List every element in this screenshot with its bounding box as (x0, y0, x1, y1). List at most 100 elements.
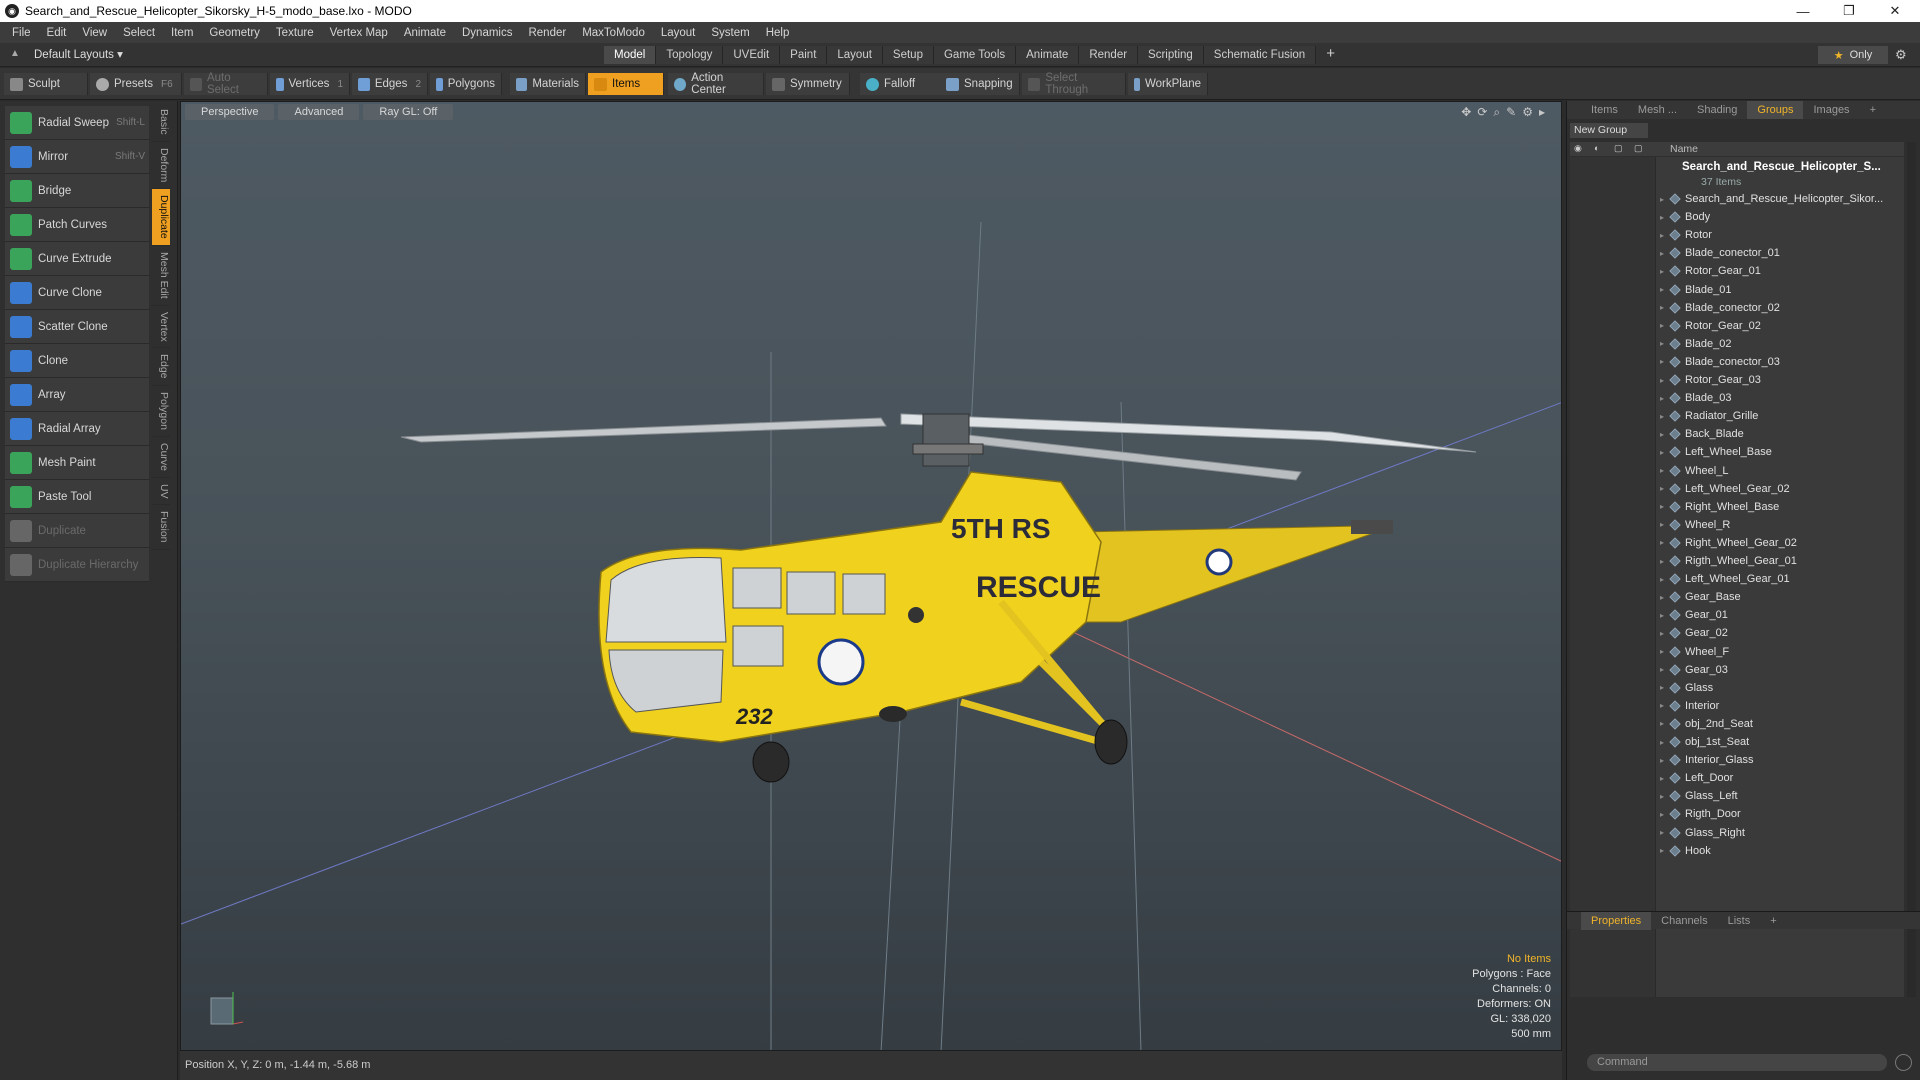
tool-paste-tool[interactable]: Paste Tool (5, 480, 149, 514)
tab-shading[interactable]: Shading (1687, 101, 1747, 119)
expand-arrow-icon[interactable]: ▸ (1660, 774, 1664, 783)
falloff-button[interactable]: Falloff (860, 73, 946, 95)
list-item[interactable]: ▸ Wheel_L (1660, 462, 1900, 480)
tab-lists[interactable]: Lists (1718, 912, 1761, 930)
side-tab-vertex[interactable]: Vertex (152, 306, 170, 349)
command-input[interactable]: Command (1587, 1054, 1887, 1071)
workplane-button[interactable]: WorkPlane (1128, 73, 1208, 95)
list-item[interactable]: ▸ Rotor (1660, 226, 1900, 244)
expand-arrow-icon[interactable]: ▸ (1660, 502, 1664, 511)
expand-arrow-icon[interactable]: ▸ (1660, 629, 1664, 638)
tool-array[interactable]: Array (5, 378, 149, 412)
expand-arrow-icon[interactable]: ▸ (1660, 683, 1664, 692)
add-panel-tab-icon[interactable]: + (1860, 101, 1886, 119)
list-item[interactable]: ▸ Radiator_Grille (1660, 407, 1900, 425)
expand-arrow-icon[interactable]: ▸ (1660, 430, 1664, 439)
list-item[interactable]: ▸ Gear_02 (1660, 624, 1900, 642)
menu-item[interactable]: Item (163, 27, 201, 39)
tool-radial-array[interactable]: Radial Array (5, 412, 149, 446)
menu-vertex-map[interactable]: Vertex Map (322, 27, 396, 39)
tab-render[interactable]: Render (1079, 46, 1139, 64)
tool-patch-curves[interactable]: Patch Curves (5, 208, 149, 242)
tool-radial-sweep[interactable]: Radial Sweep Shift-L (5, 106, 149, 140)
tool-curve-extrude[interactable]: Curve Extrude (5, 242, 149, 276)
tab-animate[interactable]: Animate (1016, 46, 1080, 64)
tab-scripting[interactable]: Scripting (1138, 46, 1204, 64)
list-item[interactable]: ▸ Blade_conector_01 (1660, 244, 1900, 262)
menu-geometry[interactable]: Geometry (201, 27, 268, 39)
expand-arrow-icon[interactable]: ▸ (1660, 647, 1664, 656)
expand-arrow-icon[interactable]: ▸ (1660, 213, 1664, 222)
tab-items[interactable]: Items (1581, 101, 1628, 119)
expand-arrow-icon[interactable]: ▸ (1660, 357, 1664, 366)
tool-curve-clone[interactable]: Curve Clone (5, 276, 149, 310)
list-item[interactable]: ▸ Left_Wheel_Gear_01 (1660, 570, 1900, 588)
tab-mesh[interactable]: Mesh ... (1628, 101, 1687, 119)
list-item[interactable]: ▸ Wheel_R (1660, 516, 1900, 534)
expand-arrow-icon[interactable]: ▸ (1660, 520, 1664, 529)
side-tab-fusion[interactable]: Fusion (152, 505, 170, 550)
list-item[interactable]: ▸ Blade_03 (1660, 389, 1900, 407)
list-item[interactable]: ▸ Glass (1660, 679, 1900, 697)
items-button[interactable]: Items (588, 73, 664, 95)
menu-help[interactable]: Help (758, 27, 798, 39)
expand-arrow-icon[interactable]: ▸ (1660, 267, 1664, 276)
tab-channels[interactable]: Channels (1651, 912, 1717, 930)
list-item[interactable]: ▸ Search_and_Rescue_Helicopter_Sikor... (1660, 190, 1900, 208)
side-tab-curve[interactable]: Curve (152, 437, 170, 478)
list-item[interactable]: ▸ Hook (1660, 842, 1900, 860)
expand-arrow-icon[interactable]: ▸ (1660, 412, 1664, 421)
expand-arrow-icon[interactable]: ▸ (1660, 376, 1664, 385)
vertices-button[interactable]: Vertices 1 (270, 73, 350, 95)
edges-button[interactable]: Edges 2 (352, 73, 428, 95)
list-item[interactable]: ▸ Interior (1660, 697, 1900, 715)
list-item[interactable]: ▸ Rotor_Gear_02 (1660, 317, 1900, 335)
side-tab-edge[interactable]: Edge (152, 348, 170, 386)
tab-model[interactable]: Model (604, 46, 657, 64)
list-item[interactable]: ▸ Left_Door (1660, 769, 1900, 787)
only-toggle[interactable]: ★ Only (1818, 46, 1888, 64)
tab-uvedit[interactable]: UVEdit (723, 46, 781, 64)
tab-images[interactable]: Images (1803, 101, 1859, 119)
name-column-header[interactable]: Name (1670, 143, 1698, 155)
list-item[interactable]: ▸ Rotor_Gear_01 (1660, 262, 1900, 280)
expand-arrow-icon[interactable]: ▸ (1660, 466, 1664, 475)
tool-bridge[interactable]: Bridge (5, 174, 149, 208)
menu-animate[interactable]: Animate (396, 27, 454, 39)
tab-setup[interactable]: Setup (882, 46, 934, 64)
sculpt-button[interactable]: Sculpt (4, 73, 88, 95)
polygons-button[interactable]: Polygons (430, 73, 502, 95)
expand-arrow-icon[interactable]: ▸ (1660, 665, 1664, 674)
expand-arrow-icon[interactable]: ▸ (1660, 846, 1664, 855)
expand-arrow-icon[interactable]: ▸ (1660, 285, 1664, 294)
tool-mirror[interactable]: Mirror Shift-V (5, 140, 149, 174)
list-item[interactable]: ▸ Back_Blade (1660, 425, 1900, 443)
tab-paint[interactable]: Paint (780, 46, 828, 64)
add-tab-icon[interactable]: + (1316, 46, 1345, 64)
side-tab-duplicate[interactable]: Duplicate (152, 189, 170, 246)
expand-arrow-icon[interactable]: ▸ (1660, 394, 1664, 403)
tool-duplicate[interactable]: Duplicate (5, 514, 149, 548)
list-item[interactable]: ▸ Wheel_F (1660, 643, 1900, 661)
layout-selector[interactable]: ▲ Default Layouts ▾ (10, 47, 123, 61)
side-tab-deform[interactable]: Deform (152, 142, 170, 190)
menu-layout[interactable]: Layout (653, 27, 704, 39)
expand-arrow-icon[interactable]: ▸ (1660, 593, 1664, 602)
expand-arrow-icon[interactable]: ▸ (1660, 448, 1664, 457)
close-button[interactable]: ✕ (1872, 0, 1918, 22)
list-item[interactable]: ▸ Rigth_Wheel_Gear_01 (1660, 552, 1900, 570)
menu-file[interactable]: File (4, 27, 39, 39)
restore-button[interactable]: ❐ (1826, 0, 1872, 22)
side-tab-polygon[interactable]: Polygon (152, 386, 170, 437)
menu-select[interactable]: Select (115, 27, 163, 39)
group-root[interactable]: Search_and_Rescue_Helicopter_S... (1682, 161, 1881, 173)
tool-clone[interactable]: Clone (5, 344, 149, 378)
list-item[interactable]: ▸ Blade_conector_03 (1660, 353, 1900, 371)
symmetry-button[interactable]: Symmetry (766, 73, 850, 95)
menu-view[interactable]: View (74, 27, 115, 39)
tab-game-tools[interactable]: Game Tools (933, 46, 1017, 64)
new-group-button[interactable]: New Group (1570, 123, 1648, 138)
3d-viewport[interactable]: Perspective Advanced Ray GL: Off ✥ ⟳ ⌕ ✎… (180, 101, 1562, 1051)
list-item[interactable]: ▸ Body (1660, 208, 1900, 226)
list-item[interactable]: ▸ Left_Wheel_Base (1660, 443, 1900, 461)
